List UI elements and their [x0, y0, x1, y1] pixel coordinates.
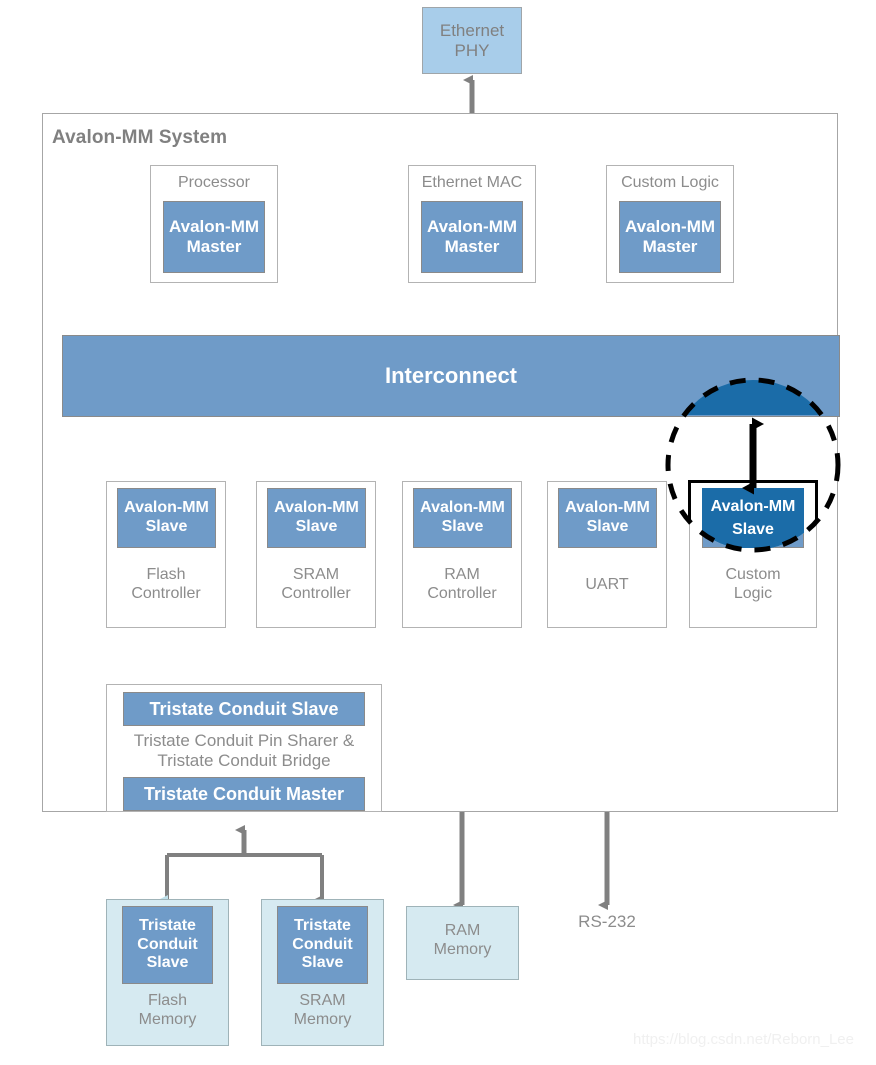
memory-unit-label-flash: Flash Memory [138, 992, 197, 1029]
slave-port-sram-controller: Avalon-MM Slave [267, 488, 366, 548]
master-unit-label-custom-logic: Custom Logic [621, 174, 719, 191]
bridge-master-port: Tristate Conduit Master [123, 777, 365, 811]
interconnect-bar: Interconnect [62, 335, 840, 417]
ethernet-phy-label: Ethernet PHY [439, 20, 505, 60]
memory-port-flash: Tristate Conduit Slave [122, 906, 213, 984]
memory-unit-label-sram: SRAM Memory [293, 992, 352, 1029]
bridge-slave-port-label: Tristate Conduit Slave [149, 698, 339, 719]
system-title: Avalon-MM System [52, 127, 228, 148]
master-port-label-processor: Avalon-MM Master [168, 217, 260, 256]
slave-port-custom-logic: Avalon-MM Slave [702, 488, 804, 548]
master-unit-label-ethernet-mac: Ethernet MAC [421, 174, 523, 191]
master-port-processor: Avalon-MM Master [163, 201, 265, 273]
diagram-canvas: Ethernet PHY Avalon-MM System Processor … [0, 0, 876, 1065]
slave-port-uart: Avalon-MM Slave [558, 488, 657, 548]
master-unit-label-processor: Processor [177, 174, 251, 191]
bridge-unit-label: Tristate Conduit Pin Sharer & Tristate C… [133, 731, 355, 771]
master-port-custom-logic: Avalon-MM Master [619, 201, 721, 273]
slave-port-ram-controller: Avalon-MM Slave [413, 488, 512, 548]
slave-unit-label-ram-controller: RAM Controller [427, 566, 497, 603]
master-port-label-custom-logic: Avalon-MM Master [624, 217, 716, 256]
slave-port-flash-controller: Avalon-MM Slave [117, 488, 216, 548]
slave-unit-label-uart: UART [585, 576, 629, 593]
slave-unit-label-sram-controller: SRAM Controller [281, 566, 351, 603]
master-port-label-ethernet-mac: Avalon-MM Master [426, 217, 518, 256]
memory-unit-label-ram: RAM Memory [433, 922, 492, 959]
bridge-master-port-label: Tristate Conduit Master [143, 783, 345, 804]
rs232-label: RS-232 [578, 912, 636, 931]
memory-port-sram: Tristate Conduit Slave [277, 906, 368, 984]
master-port-ethernet-mac: Avalon-MM Master [421, 201, 523, 273]
memory-port-label-sram: Tristate Conduit Slave [292, 917, 353, 972]
interconnect-label: Interconnect [384, 363, 518, 388]
slave-port-label-custom-logic: Avalon-MM Slave [710, 499, 796, 535]
ethernet-phy-block: Ethernet PHY [422, 7, 522, 74]
watermark-text: https://blog.csdn.net/Reborn_Lee [633, 1031, 854, 1048]
slave-port-label-ram-controller: Avalon-MM Slave [420, 499, 505, 535]
slave-port-label-flash-controller: Avalon-MM Slave [124, 499, 209, 535]
bridge-slave-port: Tristate Conduit Slave [123, 692, 365, 726]
memory-port-label-flash: Tristate Conduit Slave [137, 917, 198, 972]
slave-unit-label-flash-controller: Flash Controller [131, 566, 201, 603]
slave-port-label-sram-controller: Avalon-MM Slave [274, 499, 359, 535]
slave-port-label-uart: Avalon-MM Slave [565, 499, 650, 535]
slave-unit-label-custom-logic: Custom Logic [725, 566, 781, 603]
